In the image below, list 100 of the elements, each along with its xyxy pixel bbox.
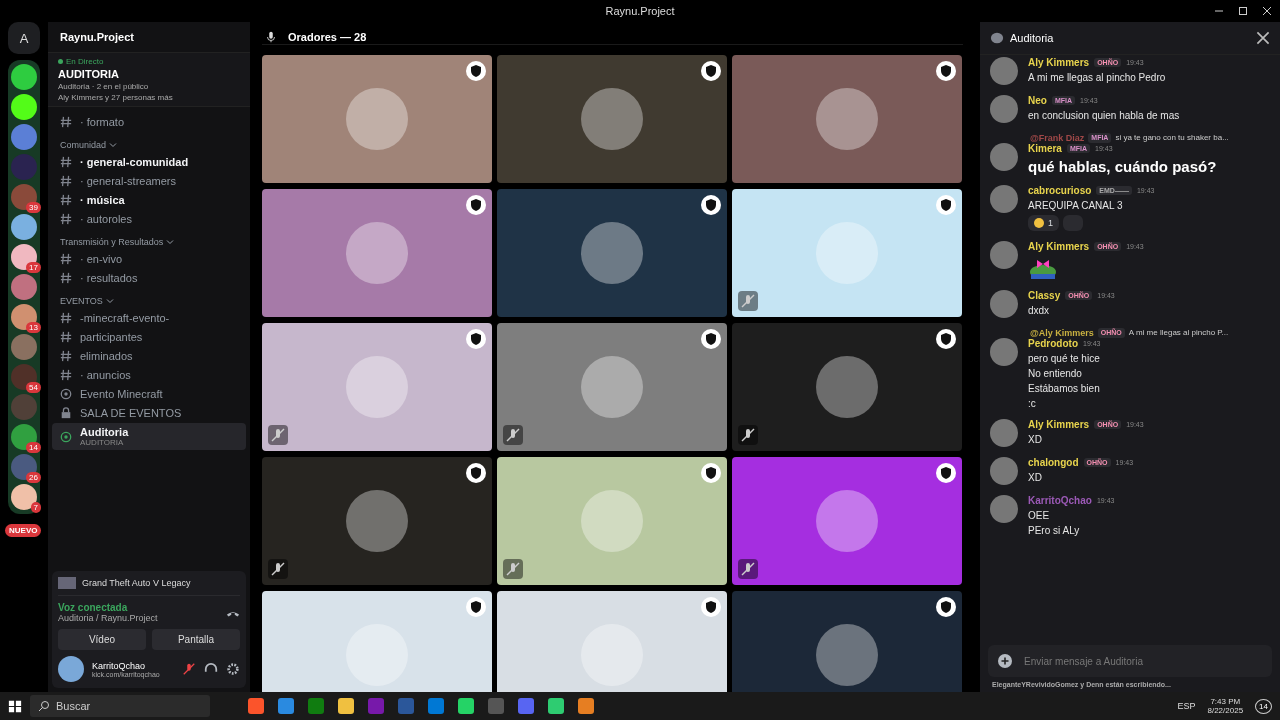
user-avatar <box>990 290 1018 318</box>
app-icon[interactable] <box>488 698 504 714</box>
message-text: pero qué te hice <box>1028 353 1101 364</box>
unread-count-badge: 26 <box>26 472 41 483</box>
speaker-tile[interactable] <box>497 55 727 183</box>
hash-icon <box>60 116 72 128</box>
shield-icon <box>936 329 956 349</box>
server-icon[interactable] <box>11 214 37 240</box>
app-icon[interactable] <box>548 698 564 714</box>
channel-item[interactable]: · general-streamers <box>52 172 246 190</box>
app-icon[interactable] <box>458 698 474 714</box>
message-text: qué hablas, cuándo pasó? <box>1028 158 1217 175</box>
channel-item[interactable]: · anuncios <box>52 366 246 384</box>
app-icon[interactable] <box>248 698 264 714</box>
channel-category[interactable]: Transmisión y Resultados <box>60 237 164 247</box>
voice-action-button[interactable]: Vídeo <box>58 629 146 650</box>
message-author[interactable]: cabrocurioso <box>1028 185 1092 196</box>
channel-item[interactable]: participantes <box>52 328 246 346</box>
keyboard-language[interactable]: ESP <box>1177 701 1196 711</box>
chevron-down-icon[interactable] <box>105 297 114 305</box>
settings-icon[interactable] <box>226 662 240 676</box>
channel-category[interactable]: EVENTOS <box>60 296 103 306</box>
message-text: XD <box>1028 472 1043 483</box>
shield-icon <box>466 463 486 483</box>
user-avatar <box>990 241 1018 269</box>
speaker-tile[interactable] <box>262 591 492 692</box>
user-avatar <box>990 419 1018 447</box>
channel-item[interactable]: -minecraft-evento- <box>52 309 246 327</box>
message-author[interactable]: Aly Kimmers <box>1028 241 1090 252</box>
reply-preview[interactable]: A mi me llegas al pincho P... <box>1128 328 1229 338</box>
app-icon[interactable] <box>338 698 354 714</box>
close-icon[interactable] <box>1256 31 1270 45</box>
message-input[interactable]: Enviar mensaje a Auditoria <box>1022 654 1262 668</box>
user-avatar <box>990 338 1018 366</box>
windows-start-icon[interactable] <box>8 699 22 713</box>
add-icon[interactable] <box>998 654 1012 668</box>
channel-category[interactable]: Comunidad <box>60 140 107 150</box>
speaker-tile[interactable] <box>732 189 962 317</box>
reply-preview[interactable]: si ya te gano con tu shaker ba... <box>1115 133 1229 143</box>
shield-icon <box>701 329 721 349</box>
message-author[interactable]: Kimera <box>1028 143 1062 154</box>
channel-item[interactable]: · formato <box>52 113 246 131</box>
taskbar-search[interactable]: Buscar <box>30 695 210 717</box>
app-icon[interactable] <box>398 698 414 714</box>
channel-item[interactable]: eliminados <box>52 347 246 365</box>
direct-messages-button[interactable]: A <box>8 22 40 54</box>
message-text: PEro si ALy <box>1028 525 1081 536</box>
voice-action-button[interactable]: Pantalla <box>152 629 240 650</box>
speaker-tile[interactable] <box>732 55 962 183</box>
message-author[interactable]: Aly Kimmers <box>1028 419 1090 430</box>
channel-item[interactable]: · general-comunidad <box>52 153 246 171</box>
maximize-icon[interactable] <box>1238 6 1248 16</box>
chevron-down-icon[interactable] <box>109 141 118 149</box>
speaker-tile[interactable] <box>262 323 492 451</box>
message-author[interactable]: Aly Kimmers <box>1028 57 1090 68</box>
chevron-down-icon[interactable] <box>166 238 175 246</box>
speaker-tile[interactable] <box>262 457 492 585</box>
app-icon[interactable] <box>428 698 444 714</box>
shield-icon <box>936 61 956 81</box>
shield-icon <box>701 597 721 617</box>
message-author[interactable]: Classy <box>1028 290 1061 301</box>
channel-item[interactable]: · en-vivo <box>52 250 246 268</box>
app-icon[interactable] <box>578 698 594 714</box>
listener-summary: Aly Kimmers y 27 personas más <box>58 93 174 102</box>
speaker-tile[interactable] <box>732 323 962 451</box>
app-icon[interactable] <box>368 698 384 714</box>
shield-icon <box>466 61 486 81</box>
server-icon[interactable] <box>11 64 37 90</box>
app-icon[interactable] <box>278 698 294 714</box>
channel-item[interactable]: · resultados <box>52 269 246 287</box>
speaker-tile[interactable] <box>732 457 962 585</box>
close-icon[interactable] <box>1262 6 1272 16</box>
speaker-tile[interactable] <box>497 189 727 317</box>
clock[interactable]: 7:43 PM 8/22/2025 <box>1207 697 1244 715</box>
message-field[interactable]: Enviar mensaje a Auditoria <box>988 645 1272 677</box>
hash-icon <box>60 194 72 206</box>
channel-item[interactable]: · autoroles <box>52 210 246 228</box>
game-icon <box>58 577 76 589</box>
channel-item[interactable]: · música <box>52 191 246 209</box>
channel-item[interactable]: Auditoria AUDITORIA <box>52 423 246 450</box>
reaction[interactable]: 1 <box>1028 215 1059 231</box>
message-author[interactable]: Neo <box>1028 95 1047 106</box>
speaker-tile[interactable] <box>497 591 727 692</box>
channel-item[interactable]: SALA DE EVENTOS <box>52 404 246 422</box>
speaker-tile[interactable] <box>262 189 492 317</box>
server-icon[interactable] <box>11 94 37 120</box>
app-icon[interactable] <box>518 698 534 714</box>
reply-author[interactable]: @Aly Kimmers <box>1030 328 1094 338</box>
message-author[interactable]: KarritoQchao <box>1028 495 1092 506</box>
speaker-tile[interactable] <box>262 55 492 183</box>
user-avatar <box>990 57 1018 85</box>
message-author[interactable]: Pedrodoto <box>1028 338 1078 349</box>
speakers-header[interactable]: Oradores — 28 <box>262 30 963 45</box>
speaker-tile[interactable] <box>497 323 727 451</box>
microphone-icon[interactable] <box>182 662 196 676</box>
channel-item[interactable]: Evento Minecraft <box>52 385 246 403</box>
app-icon[interactable] <box>308 698 324 714</box>
message-author[interactable]: chalongod <box>1028 457 1079 468</box>
speaker-tile[interactable] <box>732 591 962 692</box>
speaker-tile[interactable] <box>497 457 727 585</box>
